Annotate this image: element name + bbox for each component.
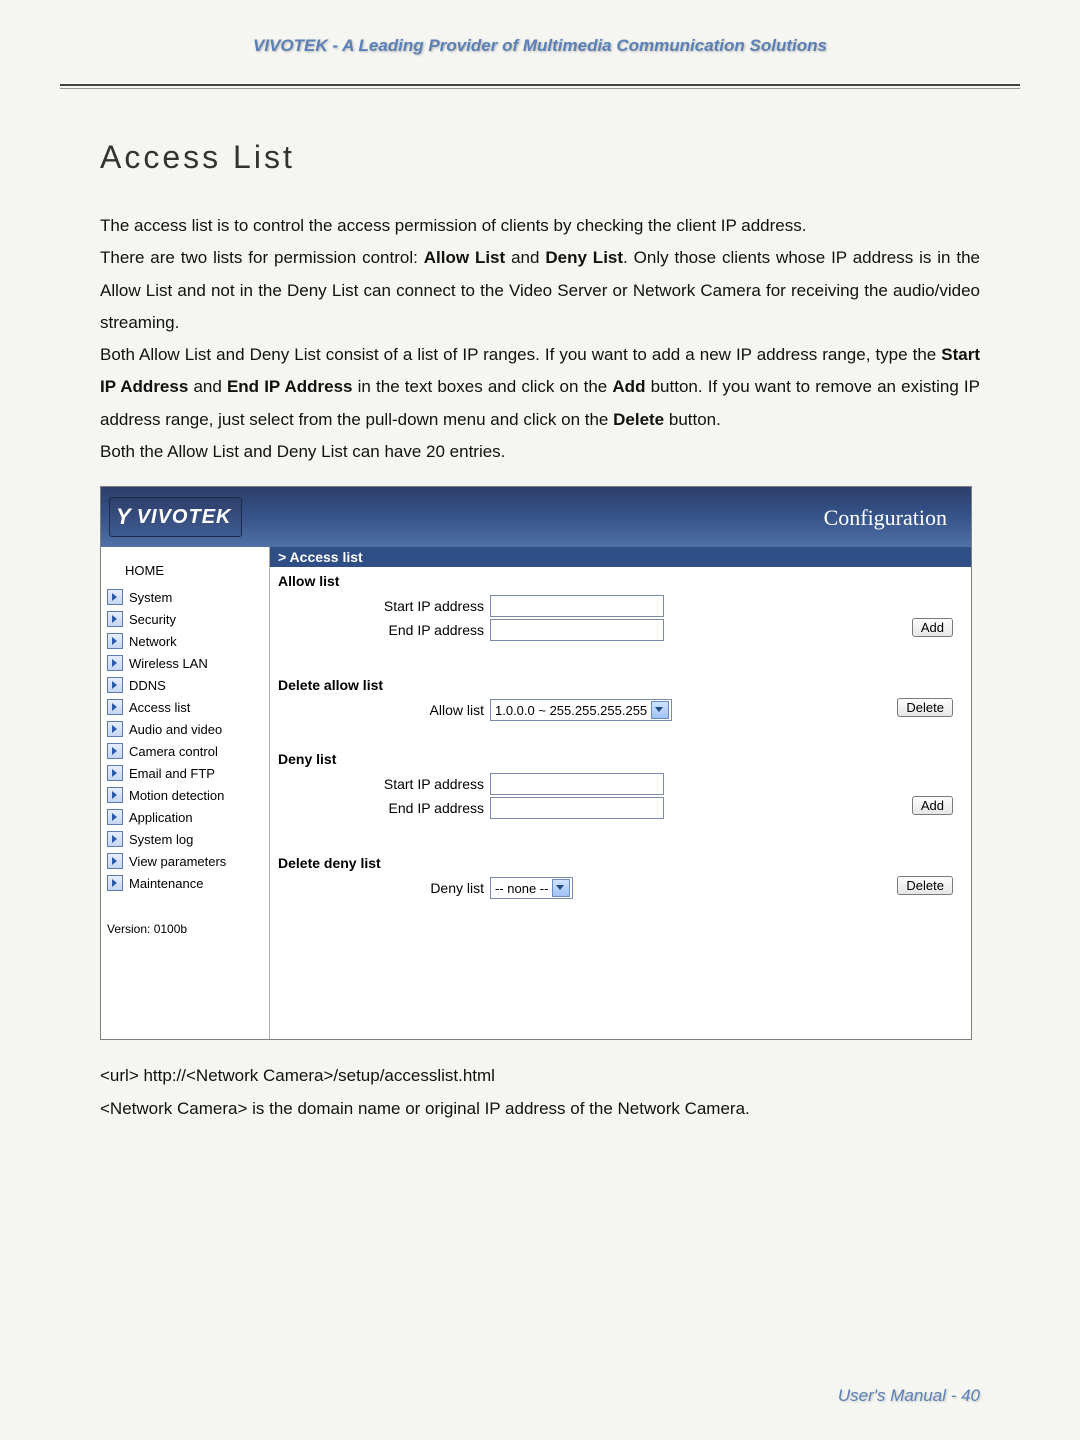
deny-list-title: Deny list bbox=[270, 745, 971, 771]
page-footer: User's Manual - 40 bbox=[838, 1386, 980, 1406]
sidebar-nav: HOME System Security Network Wireless LAN DD… bbox=[101, 547, 270, 1039]
sidebar-item-audio-and-video[interactable]: Audio and video bbox=[101, 718, 269, 740]
allow-add-button[interactable]: Add bbox=[912, 618, 953, 637]
sidebar-item-label: Email and FTP bbox=[129, 766, 215, 781]
sidebar-item-label: Audio and video bbox=[129, 722, 222, 737]
main-panel: > Access list Allow list Start IP addres… bbox=[270, 547, 971, 1039]
arrow-right-icon bbox=[107, 809, 123, 825]
sidebar-item-network[interactable]: Network bbox=[101, 630, 269, 652]
sidebar-item-label: Wireless LAN bbox=[129, 656, 208, 671]
arrow-right-icon bbox=[107, 611, 123, 627]
url-line: <url> http://<Network Camera>/setup/acce… bbox=[100, 1060, 980, 1092]
arrow-right-icon bbox=[107, 787, 123, 803]
sidebar-item-motion-detection[interactable]: Motion detection bbox=[101, 784, 269, 806]
logo-mark-icon: Y bbox=[116, 504, 131, 530]
allow-list-select[interactable]: 1.0.0.0 ~ 255.255.255.255 bbox=[490, 699, 672, 721]
sidebar-item-email-and-ftp[interactable]: Email and FTP bbox=[101, 762, 269, 784]
sidebar-item-label: Maintenance bbox=[129, 876, 203, 891]
sidebar-item-maintenance[interactable]: Maintenance bbox=[101, 872, 269, 894]
sidebar-item-label: DDNS bbox=[129, 678, 166, 693]
sidebar-item-label: System bbox=[129, 590, 172, 605]
version-label: Version: 0100b bbox=[101, 894, 269, 936]
term-end-ip: End IP Address bbox=[227, 377, 353, 396]
logo-text: VIVOTEK bbox=[137, 506, 232, 529]
sidebar-item-security[interactable]: Security bbox=[101, 608, 269, 630]
sidebar-item-label: View parameters bbox=[129, 854, 226, 869]
label-allow-select: Allow list bbox=[270, 702, 490, 718]
breadcrumb: > Access list bbox=[270, 547, 971, 567]
arrow-right-icon bbox=[107, 765, 123, 781]
delete-deny-title: Delete deny list bbox=[270, 849, 971, 875]
sidebar-item-view-parameters[interactable]: View parameters bbox=[101, 850, 269, 872]
paragraph-2: There are two lists for permission contr… bbox=[100, 242, 980, 339]
body-text: The access list is to control the access… bbox=[100, 210, 980, 468]
sidebar-item-system[interactable]: System bbox=[101, 586, 269, 608]
page-header-tagline: VIVOTEK - A Leading Provider of Multimed… bbox=[0, 0, 1080, 66]
arrow-right-icon bbox=[107, 721, 123, 737]
sidebar-item-label: Network bbox=[129, 634, 177, 649]
embedded-ui: Y VIVOTEK Configuration HOME System Secur… bbox=[100, 486, 972, 1040]
sidebar-item-label: Application bbox=[129, 810, 193, 825]
sidebar-item-ddns[interactable]: DDNS bbox=[101, 674, 269, 696]
sidebar-item-label: Camera control bbox=[129, 744, 218, 759]
arrow-right-icon bbox=[107, 875, 123, 891]
sidebar-item-label: System log bbox=[129, 832, 193, 847]
sidebar-item-camera-control[interactable]: Camera control bbox=[101, 740, 269, 762]
deny-start-ip-input[interactable] bbox=[490, 773, 664, 795]
label-start-ip: Start IP address bbox=[270, 598, 490, 614]
vivotek-logo: Y VIVOTEK bbox=[109, 493, 242, 541]
sidebar-item-application[interactable]: Application bbox=[101, 806, 269, 828]
allow-end-ip-input[interactable] bbox=[490, 619, 664, 641]
deny-list-select[interactable]: -- none -- bbox=[490, 877, 573, 899]
url-explanation: <Network Camera> is the domain name or o… bbox=[100, 1093, 980, 1125]
term-add: Add bbox=[612, 377, 645, 396]
arrow-right-icon bbox=[107, 743, 123, 759]
divider-thin bbox=[60, 88, 1020, 89]
configuration-label: Configuration bbox=[824, 505, 947, 531]
sidebar-item-wireless-lan[interactable]: Wireless LAN bbox=[101, 652, 269, 674]
divider-thick bbox=[60, 84, 1020, 86]
label-end-ip: End IP address bbox=[270, 622, 490, 638]
paragraph-3: Both Allow List and Deny List consist of… bbox=[100, 339, 980, 436]
term-delete: Delete bbox=[613, 410, 664, 429]
paragraph-4: Both the Allow List and Deny List can ha… bbox=[100, 436, 980, 468]
arrow-right-icon bbox=[107, 655, 123, 671]
ui-top-banner: Y VIVOTEK Configuration bbox=[101, 487, 971, 547]
term-deny-list: Deny List bbox=[545, 248, 623, 267]
paragraph-1: The access list is to control the access… bbox=[100, 210, 980, 242]
allow-list-title: Allow list bbox=[270, 567, 971, 593]
label-start-ip-deny: Start IP address bbox=[270, 776, 490, 792]
page-title: Access List bbox=[100, 139, 980, 176]
chevron-down-icon bbox=[552, 879, 570, 897]
arrow-right-icon bbox=[107, 853, 123, 869]
sidebar-item-system-log[interactable]: System log bbox=[101, 828, 269, 850]
label-deny-select: Deny list bbox=[270, 880, 490, 896]
allow-delete-button[interactable]: Delete bbox=[897, 698, 953, 717]
allow-start-ip-input[interactable] bbox=[490, 595, 664, 617]
deny-delete-button[interactable]: Delete bbox=[897, 876, 953, 895]
sidebar-item-label: Security bbox=[129, 612, 176, 627]
deny-add-button[interactable]: Add bbox=[912, 796, 953, 815]
sidebar-item-label: Motion detection bbox=[129, 788, 224, 803]
deny-end-ip-input[interactable] bbox=[490, 797, 664, 819]
arrow-right-icon bbox=[107, 677, 123, 693]
nav-home[interactable]: HOME bbox=[101, 553, 269, 586]
arrow-right-icon bbox=[107, 699, 123, 715]
chevron-down-icon bbox=[651, 701, 669, 719]
delete-allow-title: Delete allow list bbox=[270, 671, 971, 697]
label-end-ip-deny: End IP address bbox=[270, 800, 490, 816]
arrow-right-icon bbox=[107, 831, 123, 847]
sidebar-item-access-list[interactable]: Access list bbox=[101, 696, 269, 718]
arrow-right-icon bbox=[107, 589, 123, 605]
sidebar-item-label: Access list bbox=[129, 700, 190, 715]
term-allow-list: Allow List bbox=[424, 248, 505, 267]
arrow-right-icon bbox=[107, 633, 123, 649]
